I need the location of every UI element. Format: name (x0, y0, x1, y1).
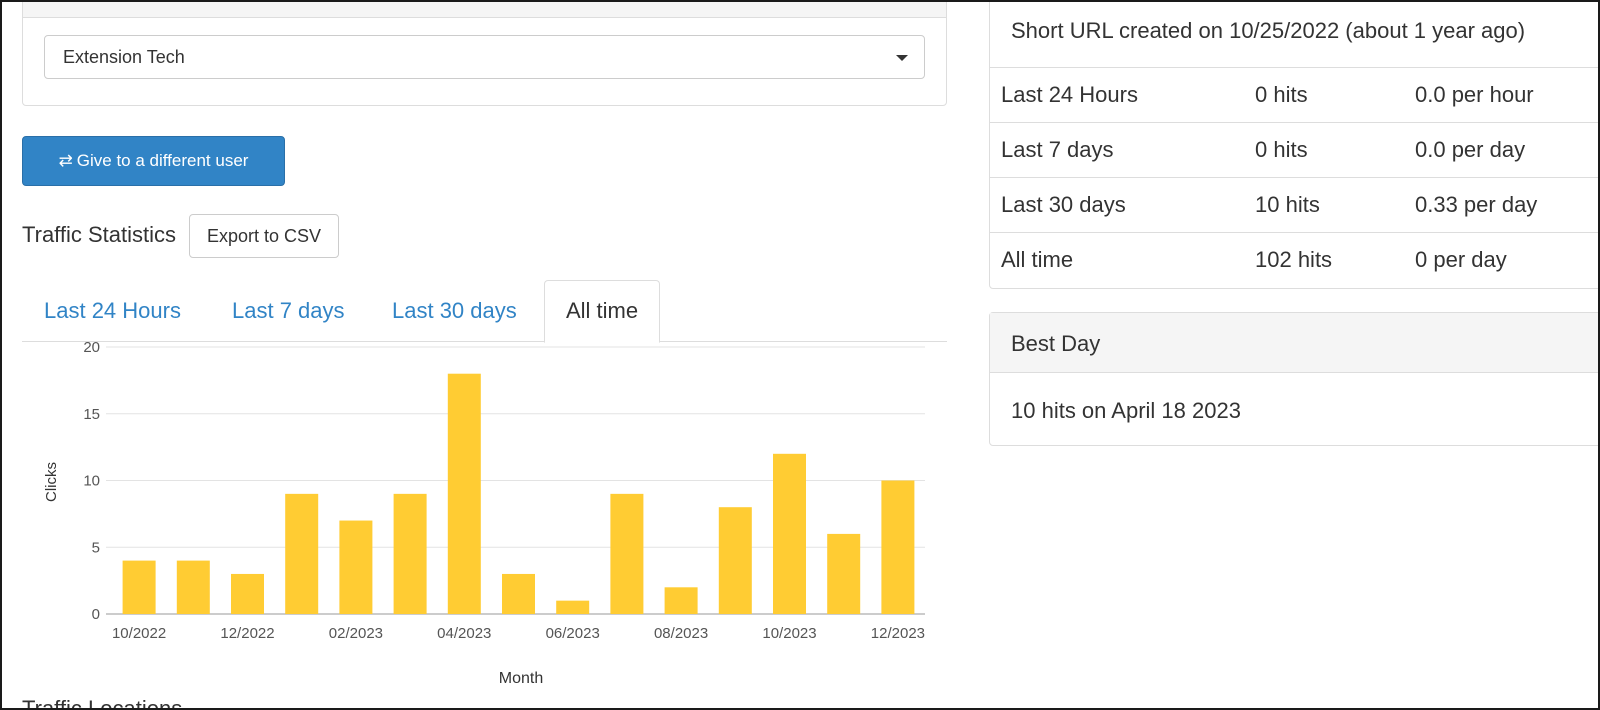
owner-panel: Extension Tech (22, 2, 947, 106)
summary-period: Last 7 days (1001, 137, 1114, 162)
chart-bars (122, 373, 915, 615)
summary-row: Last 7 days 0 hits 0.0 per day (990, 123, 1598, 178)
chart-bar[interactable] (502, 573, 535, 614)
best-day-title: Best Day (1011, 331, 1101, 356)
summary-rate: 0.33 per day (1415, 192, 1538, 217)
owner-panel-header (23, 2, 946, 18)
summary-hits: 10 hits (1255, 192, 1320, 217)
summary-row: Last 30 days 10 hits 0.33 per day (990, 178, 1598, 233)
y-tick-label: 10 (83, 473, 100, 490)
summary-period: Last 24 Hours (1001, 82, 1138, 107)
period-tabs: Last 24 Hours Last 7 days Last 30 days A… (22, 280, 947, 343)
y-tick-label: 0 (92, 606, 100, 623)
best-day-text: 10 hits on April 18 2023 (1011, 398, 1241, 423)
user-select-value: Extension Tech (63, 47, 185, 67)
y-tick-label: 20 (83, 342, 100, 356)
summary-rate: 0.0 per day (1415, 137, 1526, 162)
best-day-panel: Best Day 10 hits on April 18 2023 (989, 312, 1598, 446)
summary-period: All time (1001, 247, 1074, 272)
chart-bar[interactable] (447, 373, 481, 614)
summary-row: All time 102 hits 0 per day (990, 233, 1598, 288)
chart-bar[interactable] (393, 493, 427, 614)
chart-bar[interactable] (231, 573, 264, 614)
export-csv-button[interactable]: Export to CSV (189, 214, 339, 258)
created-date-text: Short URL created on 10/25/2022 (about 1… (1011, 18, 1526, 43)
y-tick-label: 5 (92, 539, 100, 556)
chart-bar[interactable] (610, 493, 644, 614)
chart-bar[interactable] (176, 560, 210, 614)
summary-hits: 0 hits (1255, 137, 1308, 162)
page-frame: Extension Tech ⇄ Give to a different user… (0, 0, 1600, 710)
summary-panel: Short URL created on 10/25/2022 (about 1… (989, 2, 1598, 289)
summary-hits: 0 hits (1255, 82, 1308, 107)
summary-row: Last 24 Hours 0 hits 0.0 per hour (990, 68, 1598, 123)
user-select[interactable]: Extension Tech (44, 35, 925, 79)
chart-y-ticks: 0 5 10 15 20 (83, 339, 100, 623)
chart-bar[interactable] (718, 507, 752, 614)
chart-bar[interactable] (285, 493, 319, 614)
chart-bar[interactable] (664, 587, 698, 614)
chart-bar[interactable] (773, 453, 806, 614)
y-tick-label: 15 (83, 406, 100, 423)
summary-hits: 102 hits (1255, 247, 1333, 272)
summary-rate: 0.0 per hour (1415, 82, 1534, 107)
traffic-chart-svg: 0 5 10 15 20 10/2022 12/2022 02/2023 04/2023 06/… (43, 339, 925, 687)
traffic-locations-heading: Traffic Locations (22, 696, 183, 710)
chart-bar[interactable] (827, 533, 861, 614)
tab-last-24-hours[interactable]: Last 24 Hours (23, 280, 202, 342)
chart-bar[interactable] (122, 560, 156, 614)
x-tick-label: 12/2023 (871, 625, 925, 642)
x-tick-label: 08/2023 (654, 625, 708, 642)
chart-x-ticks: 10/2022 12/2022 02/2023 04/2023 06/2023 08/20… (112, 625, 925, 642)
tab-last-7-days[interactable]: Last 7 days (211, 280, 366, 342)
tab-all-time[interactable]: All time (544, 280, 661, 343)
traffic-chart: 0 5 10 15 20 10/2022 12/2022 02/2023 04/2023 06/… (22, 339, 947, 702)
x-tick-label: 12/2022 (220, 625, 274, 642)
tab-last-30-days[interactable]: Last 30 days (371, 280, 538, 342)
best-day-header: Best Day (990, 313, 1598, 373)
y-axis-label: Clicks (43, 462, 60, 502)
give-button-label: Give to a different user (76, 151, 249, 170)
chart-bar[interactable] (339, 520, 373, 614)
traffic-statistics-title: Traffic Statistics (22, 222, 177, 247)
summary-rate: 0 per day (1415, 247, 1507, 272)
summary-period: Last 30 days (1001, 192, 1126, 217)
give-to-different-user-button[interactable]: ⇄ Give to a different user (22, 136, 285, 186)
chart-bar[interactable] (556, 600, 590, 614)
x-tick-label: 10/2022 (112, 625, 166, 642)
exchange-arrows-icon: ⇄ (58, 151, 73, 171)
chevron-down-icon (896, 55, 908, 61)
x-tick-label: 06/2023 (546, 625, 600, 642)
x-axis-label: Month (499, 670, 543, 687)
chart-bar[interactable] (881, 480, 915, 615)
x-tick-label: 10/2023 (762, 625, 816, 642)
x-tick-label: 02/2023 (329, 625, 383, 642)
summary-header: Short URL created on 10/25/2022 (about 1… (990, 2, 1598, 68)
x-tick-label: 04/2023 (437, 625, 491, 642)
